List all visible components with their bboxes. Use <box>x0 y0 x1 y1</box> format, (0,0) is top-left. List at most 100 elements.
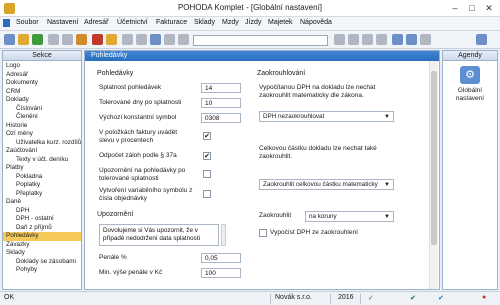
print-icon[interactable] <box>76 34 87 45</box>
splatnost-field[interactable]: 14 <box>201 83 241 93</box>
penale-field[interactable]: 0,05 <box>201 253 241 263</box>
sort-icon[interactable] <box>178 34 189 45</box>
celkova-select-value: Zaokrouhlit celkovou částku matematicky <box>263 181 378 188</box>
sidebar-item-texty-ucetni-denik[interactable]: Texty v účt. deníku <box>3 156 81 165</box>
agendy-panel: Agendy ⚙ Globální nastavení <box>442 50 498 290</box>
prev-record-icon[interactable] <box>348 34 359 45</box>
tool-icon[interactable] <box>106 34 117 45</box>
add-icon[interactable] <box>122 34 133 45</box>
menu-adresar[interactable]: Adresář <box>84 19 109 26</box>
settings-icon[interactable]: ⚙ <box>460 66 480 84</box>
splatnost-label: Splatnost pohledávek <box>99 84 162 91</box>
sidebar-item-zauctovani[interactable]: Zaúčtování <box>3 147 81 156</box>
vypocet-dph-label: Vypočíst DPH ze zaokrouhlení <box>270 229 358 236</box>
upozorneni-scrollbar[interactable] <box>221 224 226 246</box>
menu-ucetnictvi[interactable]: Účetnictví <box>117 19 148 26</box>
odpocet-label: Odpočet záloh podle § 37a <box>99 152 177 159</box>
upozorneni-text-field[interactable]: Dovolujeme si Vás upozornit, že v případ… <box>99 224 219 246</box>
upozorneni-checkbox[interactable] <box>203 170 211 178</box>
sidebar-item-cislovani[interactable]: Číslování <box>3 105 81 114</box>
quick-search-input[interactable] <box>193 35 328 46</box>
sidebar-item-dokumenty[interactable]: Dokumenty <box>3 79 81 88</box>
menu-soubor[interactable]: Soubor <box>16 19 39 26</box>
edit-icon[interactable] <box>48 34 59 45</box>
sidebar-item-doklady-zasoby[interactable]: Doklady se zásobami <box>3 258 81 267</box>
menu-sklady[interactable]: Sklady <box>194 19 215 26</box>
sidebar-item-dan-z-prijmu[interactable]: Daň z příjmů <box>3 224 81 233</box>
celkova-castka-select[interactable]: Zaokrouhlit celkovou částku matematicky … <box>259 179 394 190</box>
sidebar-item-crm[interactable]: CRM <box>3 88 81 97</box>
filter-icon[interactable] <box>164 34 175 45</box>
menu-majetek[interactable]: Majetek <box>268 19 293 26</box>
dph-zaokrouhleni-select[interactable]: DPH nezaokrouhlovat ▼ <box>259 111 394 122</box>
zaokrouhlit-label: Zaokrouhlit <box>259 212 292 219</box>
delete-icon[interactable] <box>62 34 73 45</box>
settings-panel: Pohledávky Pohledávky Splatnost pohledáv… <box>84 50 440 290</box>
status-divider <box>360 294 361 304</box>
scrollbar-thumb[interactable] <box>431 71 437 245</box>
min-penale-field[interactable]: 100 <box>201 268 241 278</box>
menu-nastaveni[interactable]: Nastavení <box>47 19 79 26</box>
menu-jizdy[interactable]: Jízdy <box>245 19 261 26</box>
sidebar-item-pohledavky[interactable]: Pohledávky <box>3 232 81 241</box>
first-record-icon[interactable] <box>334 34 345 45</box>
variabilni-symbol-checkbox[interactable] <box>203 190 211 198</box>
sidebar-item-kurz-rozdilu[interactable]: Uživatelka kurz. rozdílů <box>3 139 81 148</box>
sidebar-item-platby[interactable]: Platby <box>3 164 81 173</box>
status-company: Novák s.r.o. <box>275 294 312 301</box>
status-divider <box>330 294 331 304</box>
agendy-item-globalni[interactable]: Globální nastavení <box>443 87 497 103</box>
status-info-icon: ✔ <box>438 295 444 302</box>
odpocet-checkbox[interactable]: ✔ <box>203 152 211 160</box>
sidebar-item-poplatky[interactable]: Poplatky <box>3 181 81 190</box>
check-icon[interactable] <box>32 34 43 45</box>
sidebar-item-adresar[interactable]: Adresář <box>3 71 81 80</box>
slevy-label: V položkách faktury uvádět slevu v proce… <box>99 129 178 144</box>
sidebar-item-pohyby[interactable]: Pohyby <box>3 266 81 275</box>
sidebar-item-preplatky[interactable]: Přeplatky <box>3 190 81 199</box>
next-record-icon[interactable] <box>362 34 373 45</box>
sidebar-item-cleneni[interactable]: Členění <box>3 113 81 122</box>
vypocet-dph-checkbox[interactable] <box>259 229 267 237</box>
minimize-icon[interactable]: – <box>447 2 463 14</box>
main-scrollbar[interactable] <box>429 61 438 289</box>
menu-fakturace[interactable]: Fakturace <box>156 19 187 26</box>
view-icon[interactable] <box>392 34 403 45</box>
folder-icon[interactable] <box>18 34 29 45</box>
dph-zaokrouhleni-text: Vypočítanou DPH na dokladu lze nechat za… <box>259 84 376 99</box>
navigation-icon[interactable] <box>4 34 15 45</box>
copy-icon[interactable] <box>150 34 161 45</box>
section-pohledavky: Pohledávky <box>97 70 134 77</box>
konstantni-symbol-field[interactable]: 0308 <box>201 113 241 123</box>
menu-app-icon[interactable] <box>3 19 10 27</box>
sidebar-item-historie[interactable]: Historie <box>3 122 81 131</box>
status-text: OK <box>4 294 15 301</box>
chevron-down-icon: ▼ <box>384 114 390 120</box>
menu-napoveda[interactable]: Nápověda <box>300 19 332 26</box>
sidebar-item-logo[interactable]: Logo <box>3 62 81 71</box>
tolerovane-field[interactable]: 10 <box>201 98 241 108</box>
last-record-icon[interactable] <box>376 34 387 45</box>
celkova-castka-text: Celkovou částku dokladu lze nechat také … <box>259 145 377 160</box>
settings-icon[interactable] <box>420 34 431 45</box>
close-icon[interactable]: ✕ <box>481 2 497 14</box>
menu-mzdy[interactable]: Mzdy <box>222 19 239 26</box>
zaokrouhlit-select[interactable]: na koruny ▼ <box>305 211 394 222</box>
sidebar-item-sklady[interactable]: Sklady <box>3 249 81 258</box>
sidebar-item-dph[interactable]: DPH <box>3 207 81 216</box>
agenda-icon[interactable] <box>476 34 487 45</box>
sidebar-item-cizi-meny[interactable]: Ozí měny <box>3 130 81 139</box>
slevy-checkbox[interactable]: ✔ <box>203 132 211 140</box>
window-title: POHODA Komplet - [Globální nastavení] <box>177 3 323 12</box>
sidebar-item-dane[interactable]: Daně <box>3 198 81 207</box>
sidebar-item-doklady[interactable]: Doklady <box>3 96 81 105</box>
sidebar-item-pokladna[interactable]: Pokladna <box>3 173 81 182</box>
sidebar-item-dph-ostatni[interactable]: DPH - ostatní <box>3 215 81 224</box>
status-bar: OK Novák s.r.o. 2016 ✓ ✔ ✔ ● <box>0 291 500 305</box>
save-icon[interactable] <box>136 34 147 45</box>
sidebar-item-zavazky[interactable]: Závazky <box>3 241 81 250</box>
maximize-icon[interactable]: □ <box>464 2 480 14</box>
stop-icon[interactable] <box>92 34 103 45</box>
help-icon[interactable] <box>406 34 417 45</box>
chevron-down-icon: ▼ <box>384 182 390 188</box>
